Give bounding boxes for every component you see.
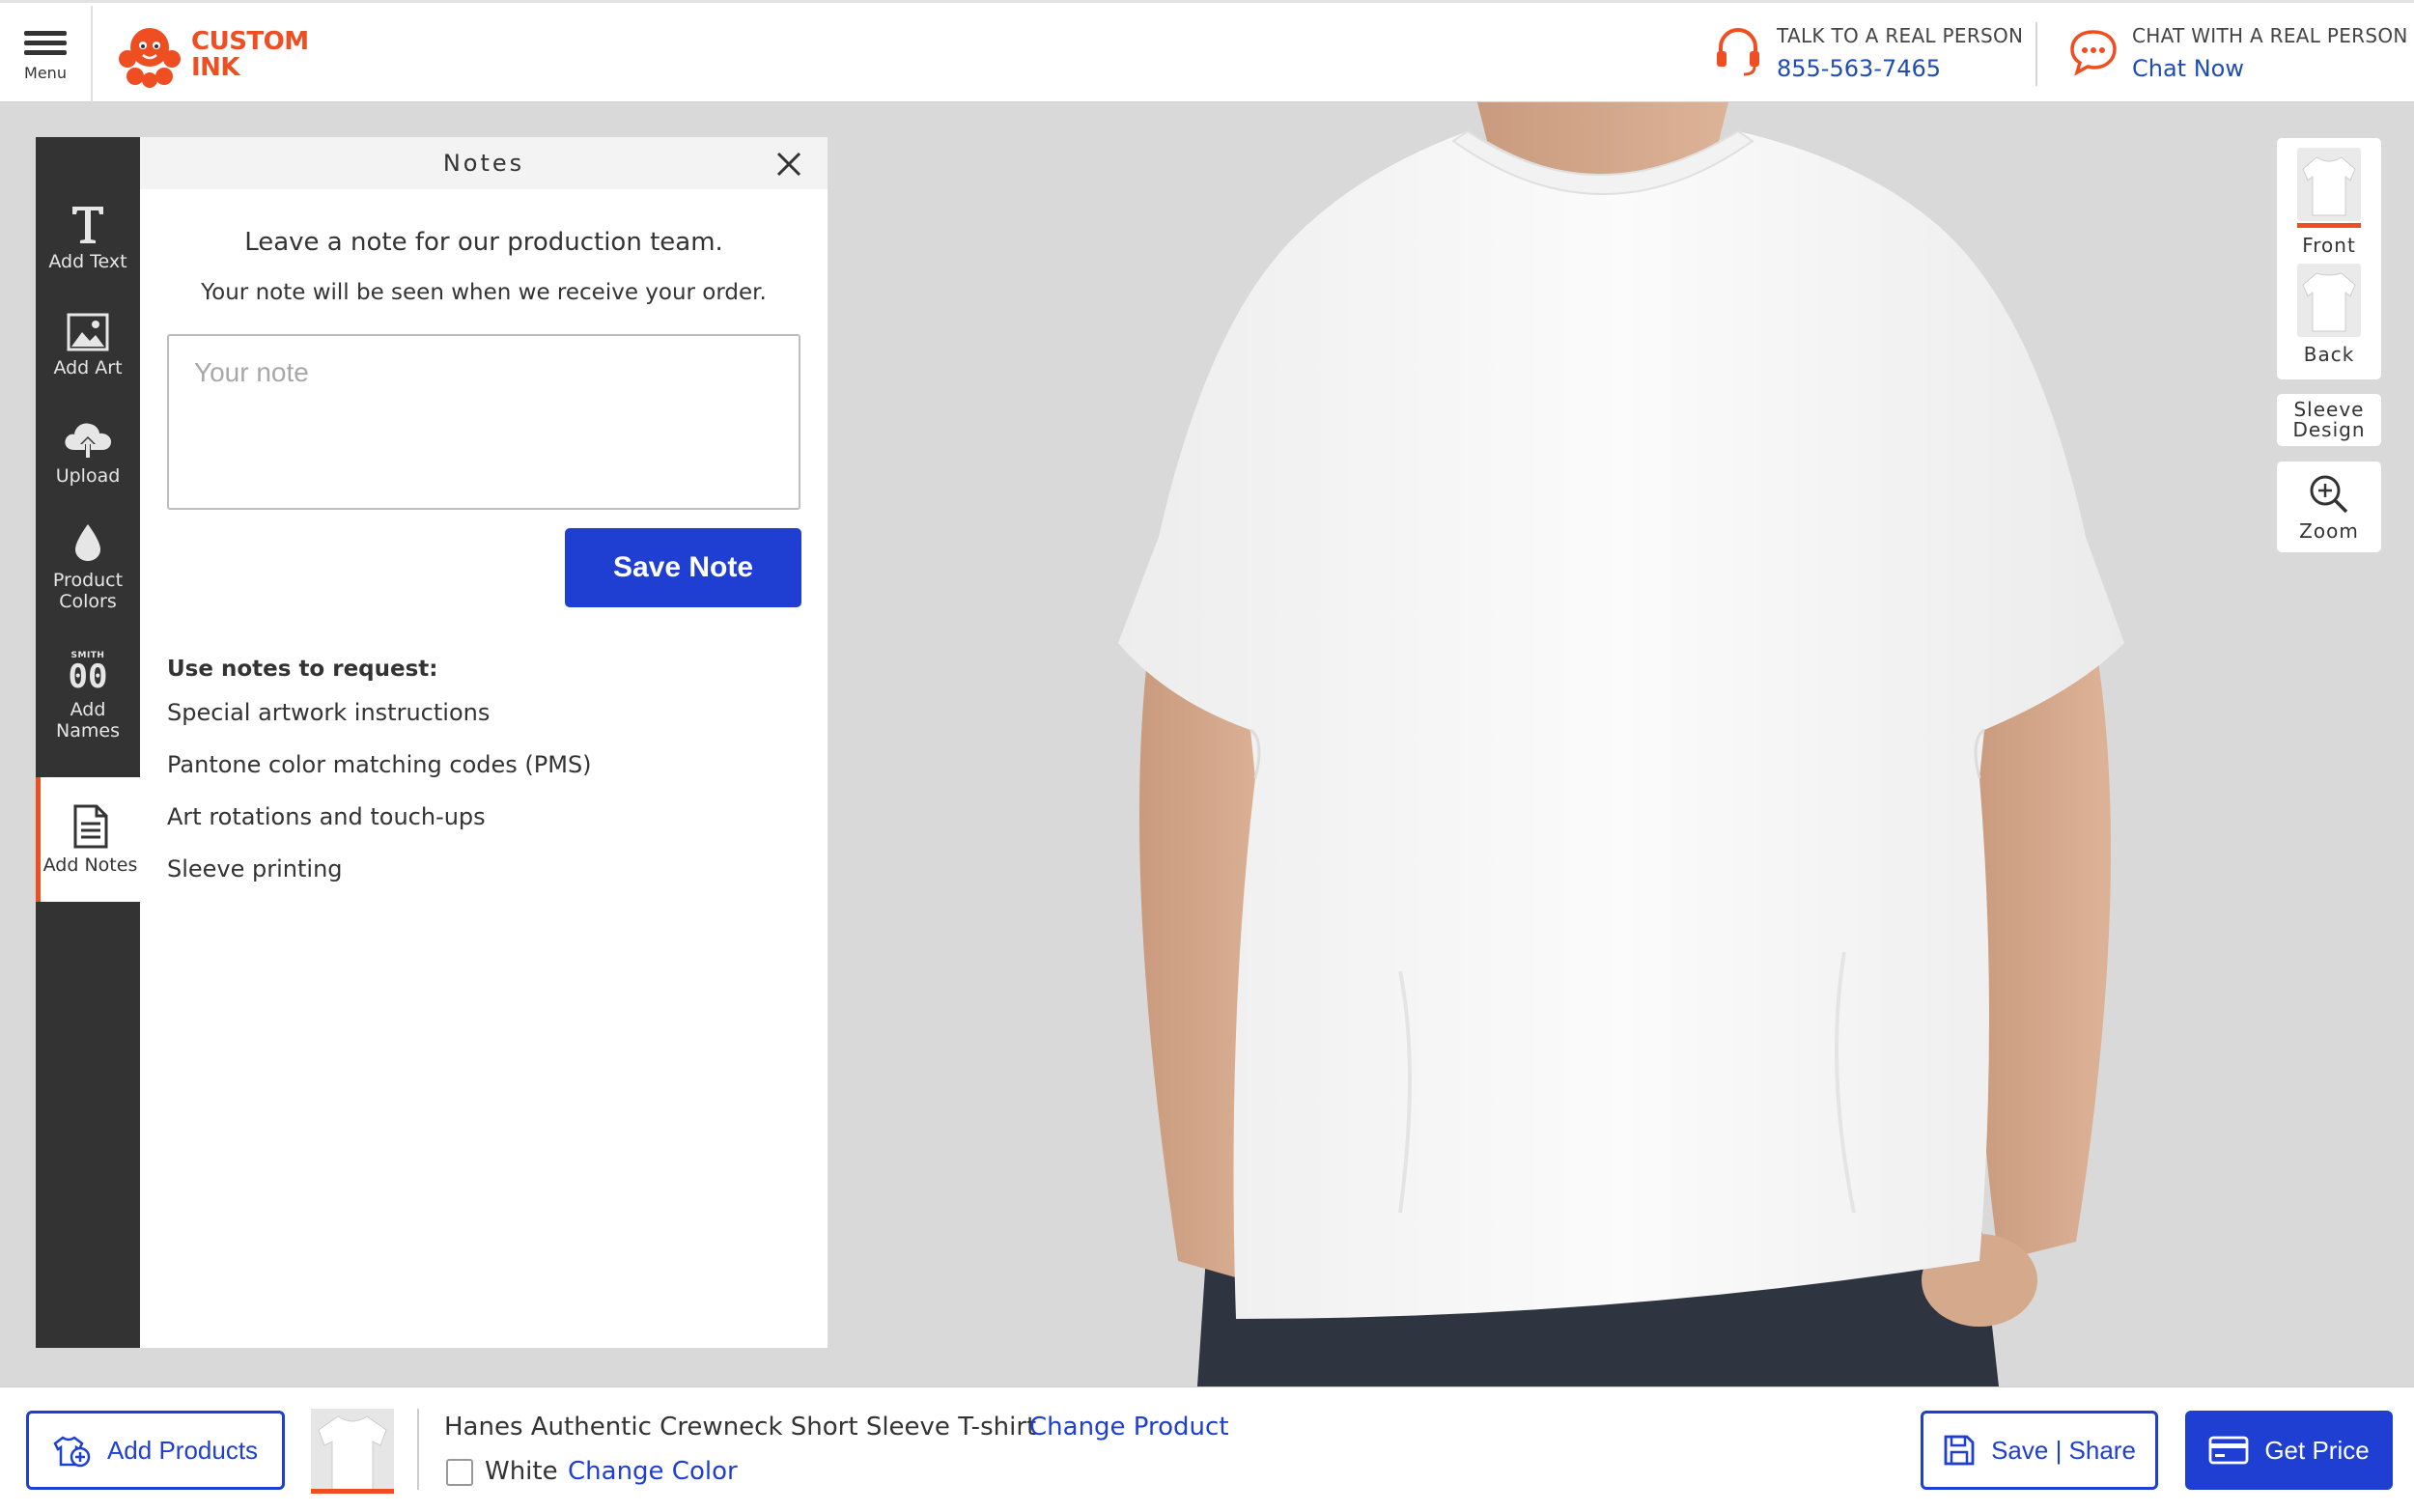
back-view-button[interactable]: Back xyxy=(2277,264,2381,366)
headset-icon xyxy=(1717,28,1759,76)
sleeve-design-button[interactable]: Sleeve Design xyxy=(2277,394,2381,446)
notes-panel-title: Notes xyxy=(442,150,525,177)
product-colors-tool[interactable]: Product Colors xyxy=(36,521,140,612)
product-preview[interactable] xyxy=(1110,102,2182,1386)
text-icon xyxy=(72,207,103,243)
hamburger-icon xyxy=(24,26,67,60)
front-label: Front xyxy=(2302,234,2356,257)
note-textarea[interactable] xyxy=(167,334,800,510)
zoom-in-icon xyxy=(2310,475,2348,513)
add-notes-label: Add Notes xyxy=(42,854,138,876)
chat-now-link[interactable]: Chat Now xyxy=(2132,55,2408,82)
save-note-button[interactable]: Save Note xyxy=(565,528,801,607)
chat-label: CHAT WITH A REAL PERSON xyxy=(2132,24,2408,47)
add-text-label: Add Text xyxy=(48,251,127,272)
add-art-tool[interactable]: Add Art xyxy=(36,313,140,378)
design-toolbar: Add Text Add Art Upload Product Colors S… xyxy=(36,137,140,1348)
upload-tool[interactable]: Upload xyxy=(36,417,140,487)
request-item: Special artwork instructions xyxy=(167,699,491,726)
phone-number-link[interactable]: 855-563-7465 xyxy=(1777,55,2023,82)
request-item: Art rotations and touch-ups xyxy=(167,803,486,830)
phone-label: TALK TO A REAL PERSON xyxy=(1777,24,2024,47)
logo-line2: INK xyxy=(191,53,240,82)
logo-line1: CUSTOM xyxy=(191,27,309,56)
color-name: White xyxy=(485,1457,558,1486)
add-text-tool[interactable]: Add Text xyxy=(36,203,140,272)
top-header: Menu CUSTOM INK TALK TO A REAL PERSON 85… xyxy=(0,0,2414,102)
sleeve-design-label: Sleeve Design xyxy=(2292,398,2366,441)
request-item: Sleeve printing xyxy=(167,855,343,882)
notes-lead-text: Leave a note for our production team. xyxy=(244,228,723,257)
change-color-link[interactable]: Change Color xyxy=(568,1457,738,1486)
front-view-button[interactable]: Front xyxy=(2277,148,2381,257)
chat-bubble-icon xyxy=(2070,30,2117,76)
add-names-tool[interactable]: SMITH 00 Add Names xyxy=(36,651,140,742)
save-share-label: Save | Share xyxy=(1991,1435,2136,1465)
save-icon xyxy=(1944,1435,1975,1466)
phone-contact: TALK TO A REAL PERSON 855-563-7465 xyxy=(1711,24,2023,86)
back-thumbnail xyxy=(2297,264,2361,337)
names-numbers-icon: SMITH 00 xyxy=(69,651,108,693)
notes-sub-text: Your note will be seen when we receive y… xyxy=(201,280,767,305)
zoom-label: Zoom xyxy=(2299,518,2359,543)
product-name: Hanes Authentic Crewneck Short Sleeve T-… xyxy=(444,1413,1037,1442)
view-selector: Front Back xyxy=(2277,138,2381,379)
tshirt-model-image xyxy=(1118,102,2124,1386)
request-item: Pantone color matching codes (PMS) xyxy=(167,751,592,778)
chat-contact: CHAT WITH A REAL PERSON Chat Now xyxy=(2066,24,2408,86)
notes-icon xyxy=(73,804,107,848)
add-art-label: Add Art xyxy=(53,357,123,378)
product-colors-label: Product Colors xyxy=(52,570,124,612)
notes-request-list: Use notes to request: Special artwork in… xyxy=(167,657,592,908)
custom-ink-logo[interactable]: CUSTOM INK xyxy=(116,20,309,90)
add-names-label: Add Names xyxy=(56,699,120,742)
add-products-button[interactable]: Add Products xyxy=(26,1411,285,1490)
notes-panel-header: Notes xyxy=(140,137,828,189)
change-product-link[interactable]: Change Product xyxy=(1029,1413,1229,1442)
close-icon[interactable] xyxy=(775,151,802,178)
names-icon-number: 00 xyxy=(68,658,108,696)
notes-panel: Notes Leave a note for our production te… xyxy=(140,137,828,1348)
upload-label: Upload xyxy=(55,465,121,487)
color-swatch xyxy=(446,1459,473,1486)
color-drop-icon xyxy=(75,524,100,561)
requests-title: Use notes to request: xyxy=(167,657,438,682)
image-icon xyxy=(67,313,109,351)
save-share-button[interactable]: Save | Share xyxy=(1921,1411,2158,1490)
zoom-button[interactable]: Zoom xyxy=(2277,462,2381,552)
logo-wordmark: CUSTOM INK xyxy=(191,29,309,81)
menu-label: Menu xyxy=(24,64,67,82)
bottom-bar: Add Products Hanes Authentic Crewneck Sh… xyxy=(0,1386,2414,1512)
get-price-label: Get Price xyxy=(2264,1435,2370,1465)
header-divider xyxy=(2035,22,2037,86)
add-products-label: Add Products xyxy=(106,1435,259,1465)
octopus-logo-icon xyxy=(119,28,181,88)
get-price-button[interactable]: Get Price xyxy=(2185,1411,2393,1490)
cloud-upload-icon xyxy=(65,423,112,458)
credit-card-icon xyxy=(2208,1436,2249,1465)
add-notes-tool[interactable]: Add Notes xyxy=(36,777,140,902)
menu-button[interactable]: Menu xyxy=(0,6,93,102)
back-label: Back xyxy=(2303,343,2355,366)
add-product-icon xyxy=(53,1436,91,1468)
product-thumbnail[interactable] xyxy=(311,1409,394,1494)
bottom-divider xyxy=(417,1409,419,1490)
front-thumbnail xyxy=(2297,148,2361,221)
